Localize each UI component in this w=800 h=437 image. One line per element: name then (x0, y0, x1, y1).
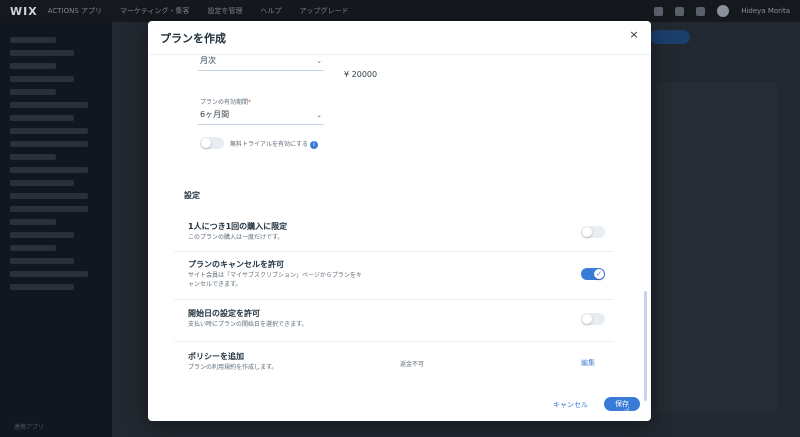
policy-status: 返金不可 (400, 361, 425, 368)
add-policy-title: ポリシーを追加 (188, 352, 244, 361)
sidebar-item[interactable] (10, 128, 89, 134)
nav-item[interactable]: ヘルプ (260, 6, 281, 16)
cancel-button[interactable]: キャンセル (553, 400, 588, 410)
sidebar-item[interactable] (10, 63, 56, 69)
sidebar-item[interactable] (10, 50, 75, 56)
save-button[interactable]: 保存 (604, 397, 640, 411)
toggle-knob (582, 314, 592, 324)
sidebar-item[interactable] (10, 245, 56, 251)
allow-cancel-toggle[interactable]: ✓ (581, 268, 605, 280)
announcements-icon[interactable] (696, 6, 706, 16)
chevron-down-icon: ⌄ (316, 57, 322, 65)
limit-purchase-title: 1人につき1回の購入に限定 (188, 222, 288, 231)
nav-item[interactable]: ACTIONS アプリ (48, 6, 102, 16)
allow-start-date-desc: 支払い時にプランの開始日を選択できます。 (188, 321, 308, 328)
limit-purchase-desc: このプランの購入は一度だけです。 (188, 234, 284, 241)
divider (174, 341, 614, 342)
edit-policy-link[interactable]: 編集 (581, 358, 595, 368)
toggle-knob (582, 227, 592, 237)
sidebar-item[interactable] (10, 141, 89, 147)
free-trial-toggle[interactable] (200, 137, 224, 149)
sidebar-item[interactable] (10, 232, 75, 238)
sidebar-item[interactable] (10, 193, 89, 199)
add-policy-desc: プランの利用規約を作成します。 (188, 364, 278, 371)
modal-body: 月次 ⌄ ¥ 20000 プランの有効期間* 6ヶ月間 ⌄ 無料トライアルを有効… (148, 55, 651, 375)
scrollbar[interactable] (644, 291, 647, 401)
wix-logo: WIX (10, 4, 38, 18)
mouse-cursor-icon: ☝ (624, 406, 631, 417)
duration-label: プランの有効期間* (200, 99, 252, 106)
side-card (657, 82, 777, 412)
divider (174, 251, 614, 252)
settings-section-title: 設定 (184, 191, 200, 200)
sidebar-item[interactable] (10, 76, 75, 82)
price-value: ¥ 20000 (344, 70, 378, 79)
sidebar-item[interactable] (10, 258, 75, 264)
free-trial-label: 無料トライアルを有効にする i (230, 139, 319, 149)
sidebar-footer[interactable]: 連携アプリ (14, 422, 44, 431)
modal-footer: キャンセル 保存 ☝ (148, 386, 651, 421)
top-bar: WIX ACTIONS アプリ マーケティング・集客 設定を管理 ヘルプ アップ… (0, 0, 800, 22)
avatar[interactable] (717, 5, 730, 17)
divider (174, 299, 614, 300)
primary-action-button[interactable] (650, 30, 690, 44)
sidebar-item[interactable] (10, 37, 56, 43)
billing-cycle-value: 月次 (200, 56, 216, 65)
sidebar-item[interactable] (10, 154, 56, 160)
billing-cycle-dropdown[interactable]: 月次 ⌄ (198, 55, 324, 71)
duration-value: 6ヶ月間 (200, 110, 230, 119)
sidebar-item[interactable] (10, 102, 89, 108)
sidebar-item[interactable] (10, 271, 89, 277)
nav-item[interactable]: マーケティング・集客 (120, 6, 189, 16)
messages-icon[interactable] (675, 6, 685, 16)
chevron-down-icon: ⌄ (316, 111, 322, 119)
sidebar-item[interactable] (10, 115, 75, 121)
duration-dropdown[interactable]: 6ヶ月間 ⌄ (198, 107, 324, 125)
create-plan-modal: プランを作成 × 月次 ⌄ ¥ 20000 プランの有効期間* 6ヶ月間 ⌄ 無… (148, 21, 651, 421)
check-icon: ✓ (594, 269, 604, 279)
allow-start-date-title: 開始日の設定を許可 (188, 309, 260, 318)
toggle-knob (201, 138, 211, 148)
info-icon[interactable]: i (310, 140, 319, 149)
sidebar: 連携アプリ (0, 22, 112, 437)
sidebar-item[interactable] (10, 206, 89, 212)
sidebar-item[interactable] (10, 284, 75, 290)
user-name[interactable]: Hideya Morita (741, 7, 790, 15)
allow-cancel-title: プランのキャンセルを許可 (188, 260, 284, 269)
sidebar-item[interactable] (10, 180, 75, 186)
allow-start-date-toggle[interactable] (581, 313, 605, 325)
allow-cancel-desc: サイト会員は「マイサブスクリプション」ページからプランをキ ャンセルできます。 (188, 272, 362, 288)
top-right-tools: Hideya Morita (654, 0, 790, 22)
notifications-icon[interactable] (654, 6, 664, 16)
limit-purchase-toggle[interactable] (581, 226, 605, 238)
modal-header: プランを作成 × (148, 21, 651, 55)
modal-title: プランを作成 (160, 32, 226, 45)
close-button[interactable]: × (627, 28, 641, 42)
top-nav: ACTIONS アプリ マーケティング・集客 設定を管理 ヘルプ アップグレード (48, 6, 349, 16)
sidebar-item[interactable] (10, 89, 56, 95)
nav-item[interactable]: アップグレード (299, 6, 348, 16)
sidebar-item[interactable] (10, 219, 56, 225)
nav-item[interactable]: 設定を管理 (207, 6, 242, 16)
sidebar-item[interactable] (10, 167, 89, 173)
